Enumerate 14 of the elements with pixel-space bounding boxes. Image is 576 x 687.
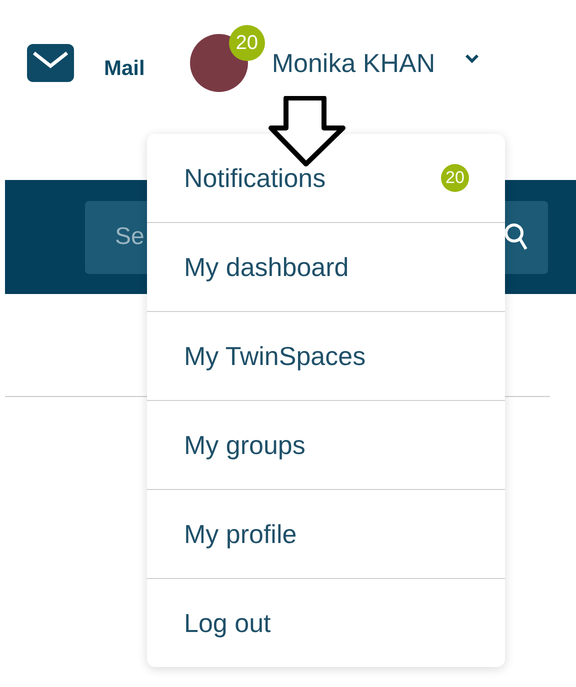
- mail-icon[interactable]: [27, 44, 74, 82]
- menu-item[interactable]: Log out: [184, 608, 271, 638]
- search-icon[interactable]: [504, 223, 528, 251]
- menu-item[interactable]: My dashboard: [184, 252, 349, 282]
- menu-item[interactable]: My groups: [184, 430, 306, 460]
- notification-count: 20: [228, 25, 265, 61]
- menu-item[interactable]: Notifications: [184, 162, 326, 194]
- menu-item[interactable]: My profile: [184, 518, 297, 550]
- chevron-down-icon[interactable]: [465, 54, 480, 62]
- user-name[interactable]: Monika KHAN: [272, 48, 436, 78]
- mail-link[interactable]: Mail: [104, 57, 145, 81]
- notification-count: 20: [441, 164, 469, 192]
- menu-item[interactable]: My TwinSpaces: [184, 340, 366, 372]
- search-input[interactable]: Se: [113, 222, 504, 252]
